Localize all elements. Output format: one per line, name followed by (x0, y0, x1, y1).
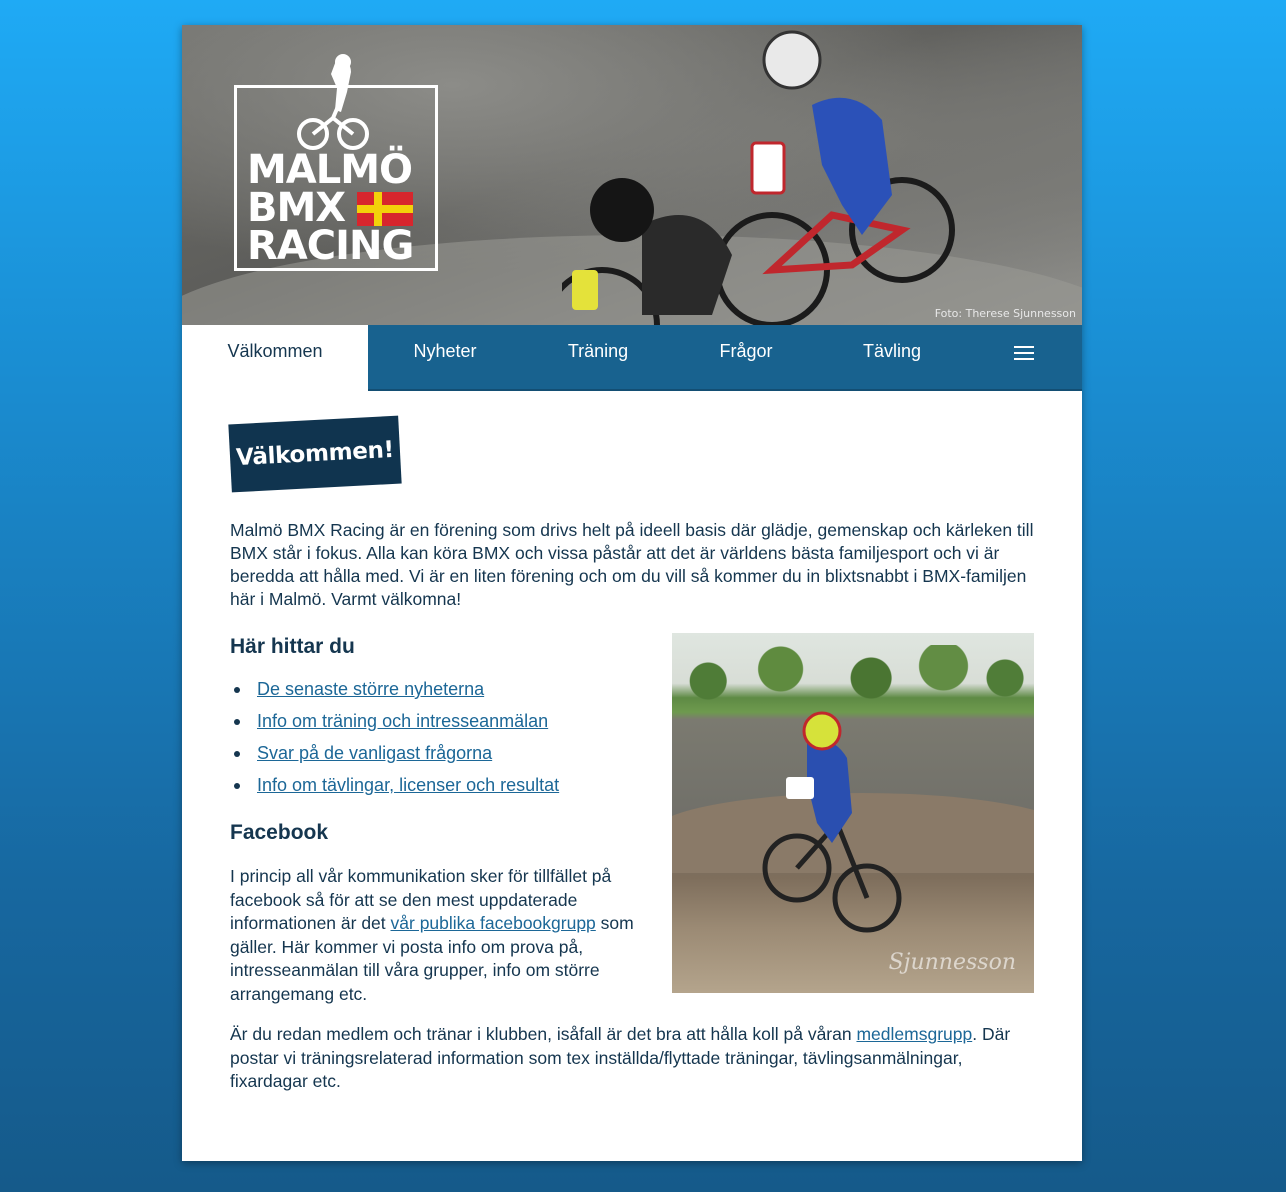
logo-text-racing: RACING (247, 223, 414, 269)
logo-text-malmo: MALMÖ (247, 147, 413, 193)
facebook-group-link[interactable]: vår publika facebookgrupp (391, 913, 596, 933)
nav-item-traning[interactable]: Träning (522, 325, 674, 389)
club-logo: MALMÖ BMX RACING (234, 54, 438, 271)
nav-item-fragor[interactable]: Frågor (674, 325, 818, 389)
hamburger-menu-icon[interactable] (1014, 346, 1034, 360)
list-item: De senaste större nyheterna (230, 678, 559, 710)
jumping-rider-image (762, 711, 902, 933)
list-item: Info om träning och intresseanmälan (230, 710, 559, 742)
main-nav: Välkommen Nyheter Träning Frågor Tävling (182, 325, 1082, 391)
nav-item-nyheter[interactable]: Nyheter (368, 325, 522, 389)
quick-links-list: De senaste större nyheterna Info om trän… (230, 678, 559, 806)
photo-trees (672, 645, 1034, 705)
member-group-link[interactable]: medlemsgrupp (856, 1024, 972, 1044)
photo-credit: Foto: Therese Sjunnesson (934, 307, 1076, 320)
logo-text-bmx: BMX (247, 185, 346, 231)
hero-banner: MALMÖ BMX RACING Foto: Therese Sjunnesso… (182, 25, 1082, 325)
link-competitions[interactable]: Info om tävlingar, licenser och resultat (257, 775, 559, 795)
rider-silhouette-icon (297, 54, 369, 150)
bmx-riders-image (562, 30, 955, 325)
page-card: MALMÖ BMX RACING Foto: Therese Sjunnesso… (182, 25, 1082, 1161)
member-paragraph: Är du redan medlem och tränar i klubben,… (230, 1023, 1040, 1094)
facebook-paragraph: I princip all vår kommunikation sker för… (230, 865, 650, 1006)
nav-item-tavling[interactable]: Tävling (818, 325, 966, 389)
member-text-before: Är du redan medlem och tränar i klubben,… (230, 1024, 857, 1044)
flag-icon (357, 192, 413, 226)
intro-paragraph: Malmö BMX Racing är en förening som driv… (230, 520, 1034, 609)
welcome-badge: Välkommen! (228, 415, 402, 493)
photo-watermark: Sjunnesson (888, 950, 1016, 975)
facebook-heading: Facebook (230, 821, 329, 844)
find-heading: Här hittar du (230, 635, 355, 658)
nav-item-valkommen[interactable]: Välkommen (182, 325, 368, 391)
list-item: Info om tävlingar, licenser och resultat (230, 774, 559, 806)
bmx-jump-photo: Sjunnesson (672, 633, 1034, 993)
link-training[interactable]: Info om träning och intresseanmälan (257, 711, 548, 731)
list-item: Svar på de vanligast frågorna (230, 742, 559, 774)
link-faq[interactable]: Svar på de vanligast frågorna (257, 743, 492, 763)
link-news[interactable]: De senaste större nyheterna (257, 679, 484, 699)
